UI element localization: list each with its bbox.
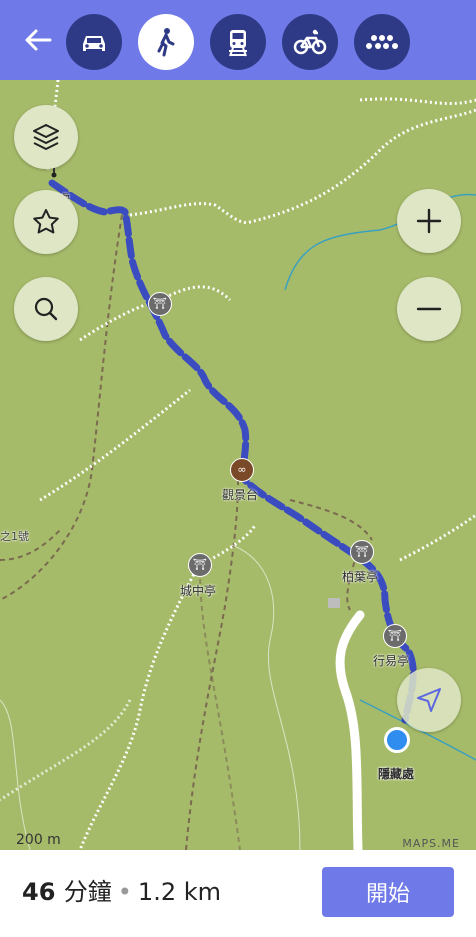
map-label-pavilion-city: 城中亭 bbox=[180, 584, 217, 598]
pavilion-icon[interactable]: ⛩ bbox=[350, 540, 374, 564]
plus-icon bbox=[416, 208, 442, 234]
mode-transit-button[interactable] bbox=[210, 14, 266, 70]
car-icon bbox=[83, 36, 105, 51]
more-icon bbox=[366, 35, 398, 49]
map-label-pavilion-walk: 行易亭 bbox=[373, 654, 410, 668]
back-button[interactable] bbox=[22, 24, 58, 60]
train-icon bbox=[229, 30, 247, 57]
map-layers-button[interactable] bbox=[14, 105, 78, 169]
back-arrow-icon bbox=[25, 29, 52, 51]
route-summary: 46 分鐘 • 1.2 km bbox=[22, 872, 221, 907]
route-distance: 1.2 km bbox=[137, 878, 221, 906]
minus-icon bbox=[416, 307, 442, 311]
map-view[interactable]: ⛩ ∞ ⛩ ⛩ ⛩ 隱藏處 觀景台 城中亭 柏葉亭 行易亭 隱藏處 之1號 bbox=[0, 80, 476, 850]
bookmarks-button[interactable] bbox=[14, 190, 78, 254]
search-icon bbox=[34, 297, 58, 321]
bicycle-icon bbox=[293, 29, 327, 55]
navigation-arrow-icon bbox=[417, 688, 441, 712]
route-summary-panel: 46 分鐘 • 1.2 km 開始 bbox=[0, 850, 476, 937]
map-label-trail: 之1號 bbox=[0, 530, 29, 543]
routing-toolbar bbox=[0, 0, 476, 80]
pavilion-icon[interactable]: ⛩ bbox=[188, 553, 212, 577]
map-attribution: MAPS.ME bbox=[402, 837, 460, 850]
layers-icon bbox=[33, 124, 59, 150]
zoom-in-button[interactable] bbox=[397, 189, 461, 253]
map-scale: 200 m bbox=[16, 832, 61, 848]
pavilion-icon[interactable]: ⛩ bbox=[148, 292, 172, 316]
pavilion-icon[interactable]: ⛩ bbox=[383, 624, 407, 648]
zoom-out-button[interactable] bbox=[397, 277, 461, 341]
mode-walk-button[interactable] bbox=[138, 14, 194, 70]
mode-bicycle-button[interactable] bbox=[282, 14, 338, 70]
viewpoint-binoculars-icon[interactable]: ∞ bbox=[230, 458, 254, 482]
walk-icon bbox=[157, 28, 175, 57]
map-label-pavilion-leaf: 柏葉亭 bbox=[342, 570, 379, 584]
current-location-dot bbox=[384, 727, 410, 753]
route-time-unit: 分鐘 bbox=[63, 878, 112, 906]
summary-separator: • bbox=[117, 878, 132, 906]
star-icon bbox=[33, 209, 59, 234]
start-navigation-button[interactable]: 開始 bbox=[322, 867, 454, 917]
map-label-viewpoint: 觀景台 bbox=[222, 488, 259, 502]
route-time-value: 46 bbox=[22, 878, 56, 906]
mode-more-button[interactable] bbox=[354, 14, 410, 70]
map-label-destination: 隱藏處 bbox=[378, 767, 415, 781]
mode-car-button[interactable] bbox=[66, 14, 122, 70]
my-location-button[interactable] bbox=[397, 668, 461, 732]
search-button[interactable] bbox=[14, 277, 78, 341]
